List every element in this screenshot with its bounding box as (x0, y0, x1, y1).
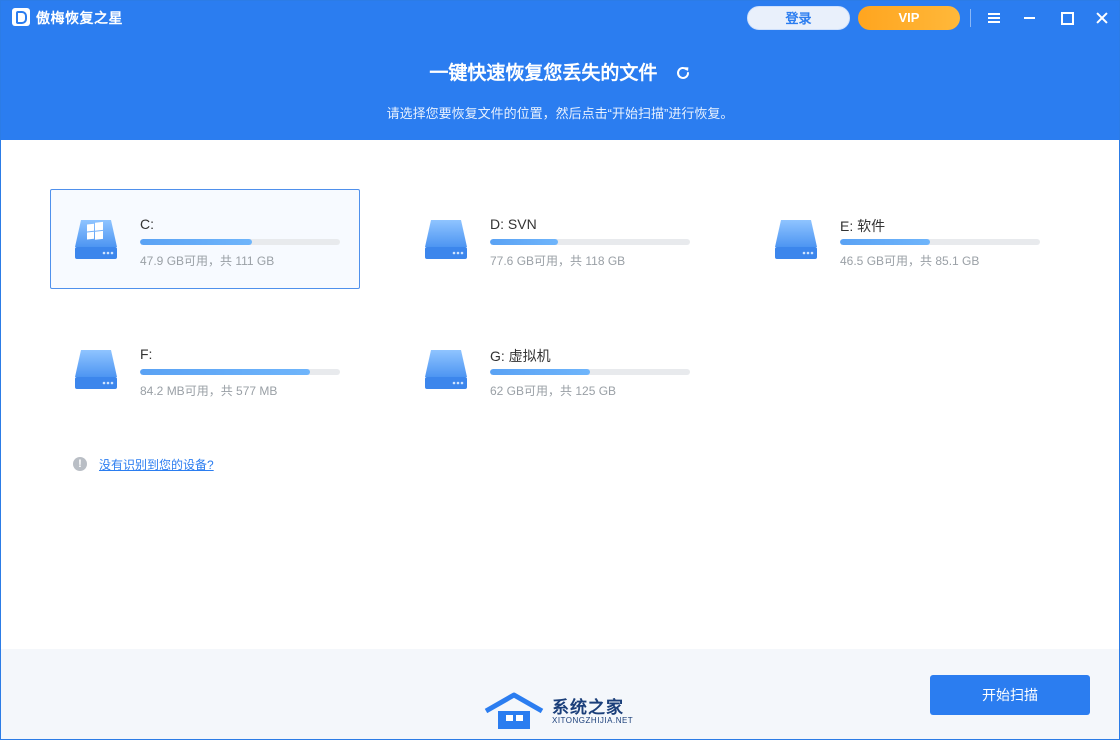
minimize-icon[interactable] (1017, 5, 1043, 31)
page-title: 一键快速恢复您丢失的文件 (1, 58, 1119, 85)
refresh-icon[interactable] (675, 65, 691, 81)
drive-usage-bar (840, 239, 1040, 245)
drive-capacity: 77.6 GB可用，共 118 GB (490, 254, 626, 268)
drive-icon (425, 220, 467, 259)
drive-name: D: SVN (490, 216, 537, 232)
app-title: 傲梅恢复之星 (36, 10, 123, 26)
windows-drive-icon (75, 220, 117, 259)
drive-item-d[interactable]: D: SVN 77.6 GB可用，共 118 GB (400, 189, 710, 289)
login-button[interactable]: 登录 (747, 6, 850, 30)
drive-icon (425, 350, 467, 389)
page-title-text: 一键快速恢复您丢失的文件 (429, 63, 658, 84)
maximize-icon[interactable] (1053, 5, 1079, 31)
drive-item-g[interactable]: G: 虚拟机 62 GB可用，共 125 GB (400, 319, 710, 419)
watermark-subtext: XITONGZHIJIA.NET (552, 716, 634, 725)
drive-usage-bar (490, 239, 690, 245)
drive-item-c[interactable]: C: 47.9 GB可用，共 111 GB (50, 189, 360, 289)
drive-capacity: 62 GB可用，共 125 GB (490, 384, 617, 398)
drive-icon (75, 350, 117, 389)
menu-icon[interactable] (981, 5, 1007, 31)
drive-usage-bar (140, 239, 340, 245)
drive-name: C: (140, 216, 154, 232)
drive-usage-bar (140, 369, 340, 375)
page-subtitle: 请选择您要恢复文件的位置，然后点击“开始扫描”进行恢复。 (386, 106, 734, 121)
drive-icon (775, 220, 817, 259)
drive-capacity: 47.9 GB可用，共 111 GB (140, 254, 275, 268)
drive-usage-bar (490, 369, 690, 375)
watermark-text: 系统之家 (552, 698, 624, 718)
header-divider (970, 9, 971, 27)
device-help-link[interactable]: 没有识别到您的设备? (99, 456, 214, 473)
start-scan-button[interactable]: 开始扫描 (930, 675, 1090, 715)
drive-name: F: (140, 346, 153, 362)
drive-item-e[interactable]: E: 软件 46.5 GB可用，共 85.1 GB (750, 189, 1060, 289)
app-window: 傲梅恢复之星 登录 VIP 一键快速恢复您丢失的文件 请选择您要恢复文件的位置，… (0, 0, 1120, 740)
header-banner: 傲梅恢复之星 登录 VIP 一键快速恢复您丢失的文件 请选择您要恢复文件的位置，… (1, 1, 1119, 140)
close-icon[interactable] (1089, 5, 1115, 31)
app-logo-icon (12, 8, 30, 26)
drive-item-f[interactable]: F: 84.2 MB可用，共 577 MB (50, 319, 360, 419)
house-logo-icon (484, 692, 544, 729)
info-icon: ! (73, 457, 87, 471)
drive-capacity: 46.5 GB可用，共 85.1 GB (840, 254, 980, 268)
drive-name: G: 虚拟机 (490, 348, 551, 364)
drive-capacity: 84.2 MB可用，共 577 MB (140, 384, 278, 398)
drive-name: E: 软件 (840, 218, 886, 234)
vip-button[interactable]: VIP (858, 6, 960, 30)
watermark-logo: 系统之家 XITONGZHIJIA.NET (484, 689, 644, 739)
